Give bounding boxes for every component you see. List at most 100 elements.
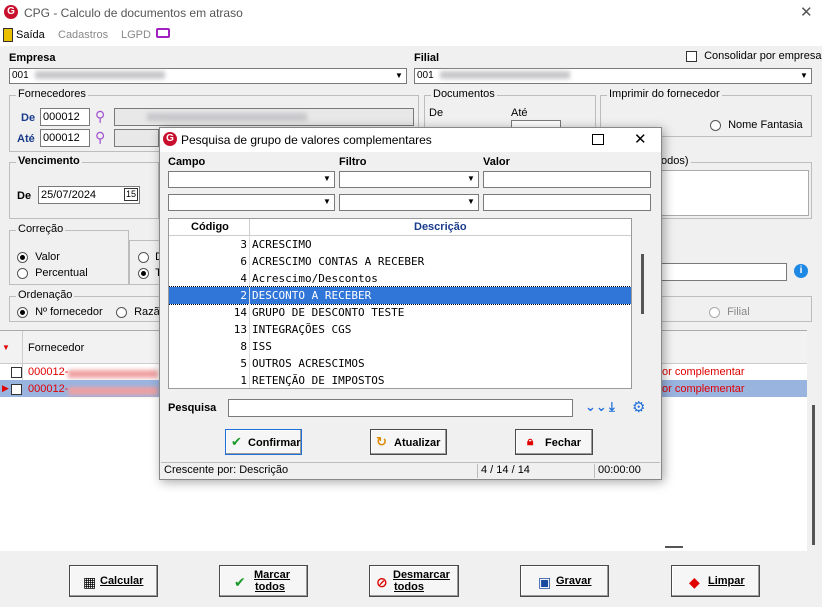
list-item-description: ACRESCIMO CONTAS A RECEBER [252, 255, 425, 268]
percentual-radio[interactable] [17, 267, 28, 279]
filial-option[interactable]: Filial [709, 306, 750, 318]
right-input[interactable] [655, 263, 787, 281]
list-item[interactable]: 5 OUTROS ACRESCIMOS [169, 355, 631, 372]
results-list[interactable]: Código Descrição 3 ACRESCIMO 6 ACRESCIMO CO… [168, 218, 632, 389]
correcao-legend: Correção [16, 223, 66, 235]
list-item[interactable]: 4 Acrescimo/Descontos [169, 270, 631, 287]
consolidar-checkbox-wrap[interactable]: Consolidar por empresa [686, 50, 821, 62]
dialog-statusbar: Crescente por: Descrição 4 / 14 / 14 00:… [161, 462, 660, 479]
dialog-close-icon[interactable]: ✕ [634, 130, 647, 148]
gear-icon[interactable]: ⚙ [632, 398, 645, 416]
n-fornecedor-radio[interactable] [17, 306, 28, 318]
scroll-thumb[interactable] [641, 254, 644, 314]
double-chevron-down-icon[interactable]: ⌄⌄ [585, 399, 607, 415]
confirmar-button[interactable]: ✔ Confirmar [225, 429, 302, 455]
window-close-icon[interactable]: ✕ [800, 3, 813, 21]
list-item-description: RETENÇÃO DE IMPOSTOS [252, 374, 385, 387]
list-item-code: 1 [240, 374, 247, 387]
list-scrollbar[interactable] [632, 218, 652, 389]
atualizar-button[interactable]: ↻ Atualizar [370, 429, 447, 455]
limpar-button[interactable]: ◆ Limpar [671, 565, 760, 597]
t-radio[interactable] [138, 267, 149, 279]
valor-label-dialog: Valor [483, 156, 510, 168]
row-right-text: or complementar [662, 366, 745, 378]
todos-box[interactable] [657, 170, 809, 216]
app-logo-icon: G [4, 5, 18, 19]
list-item[interactable]: 2 DESCONTO A RECEBER [169, 286, 631, 305]
consolidar-label: Consolidar por empresa [704, 50, 822, 62]
monitor-icon[interactable] [156, 28, 170, 38]
grid-scrollbar[interactable] [812, 405, 815, 545]
pesquisa-input[interactable] [228, 399, 573, 417]
exit-door-icon[interactable] [3, 28, 13, 42]
filtro-select[interactable]: ▼ [339, 171, 479, 188]
row-checkbox[interactable] [11, 384, 22, 395]
list-item-code: 3 [240, 238, 247, 251]
nome-fantasia-radio[interactable] [710, 119, 721, 131]
list-item[interactable]: 3 ACRESCIMO [169, 236, 631, 253]
valor-input[interactable] [483, 171, 651, 188]
d-radio[interactable] [138, 251, 149, 263]
empresa-select[interactable]: 001 ▼ [9, 68, 407, 84]
marcar-todos-button[interactable]: ✔ Marcar todos [219, 565, 308, 597]
list-item-description: GRUPO DE DESCONTO TESTE [252, 306, 405, 319]
desmarcar-todos-button[interactable]: ⊘ Desmarcar todos [369, 565, 459, 597]
list-item[interactable]: 8 ISS [169, 338, 631, 355]
row-checkbox[interactable] [11, 367, 22, 378]
col-descricao[interactable]: Descrição [414, 221, 467, 233]
calcular-button[interactable]: ▦ Calcular [69, 565, 158, 597]
documentos-group [424, 95, 596, 130]
forn-ate-input[interactable]: 000012 [40, 129, 90, 147]
list-item[interactable]: 6 ACRESCIMO CONTAS A RECEBER [169, 253, 631, 270]
filial-radio[interactable] [709, 306, 720, 318]
razao-label: Razã [134, 306, 160, 318]
consolidar-checkbox[interactable] [686, 50, 697, 62]
campo-select-2[interactable]: ▼ [168, 194, 335, 211]
valor-radio[interactable] [17, 251, 28, 263]
list-item[interactable]: 1 RETENÇÃO DE IMPOSTOS [169, 372, 631, 388]
list-item[interactable]: 14 GRUPO DE DESCONTO TESTE [169, 304, 631, 321]
maximize-icon[interactable] [592, 134, 604, 145]
list-item[interactable]: 13 INTEGRAÇÕES CGS [169, 321, 631, 338]
documentos-legend: Documentos [431, 88, 497, 100]
gravar-button[interactable]: ▣ Gravar [520, 565, 609, 597]
razao-radio[interactable] [116, 306, 127, 318]
grid-header-fornecedor[interactable]: Fornecedor [28, 342, 84, 354]
filial-select[interactable]: 001 ▼ [414, 68, 812, 84]
check-icon: ✔ [231, 434, 242, 449]
chevron-down-icon[interactable]: ▼ [392, 69, 406, 83]
forn-ate-label: Até [17, 133, 35, 145]
info-icon[interactable]: i [794, 264, 808, 278]
ordenacao-legend: Ordenação [16, 289, 75, 301]
search-icon[interactable]: ⚲ [95, 129, 105, 146]
menu-exit[interactable]: Saída [16, 29, 45, 41]
razao-option[interactable]: Razã [116, 306, 160, 318]
list-item-description: ISS [252, 340, 272, 353]
valor-input-2[interactable] [483, 194, 651, 211]
fornecedores-legend: Fornecedores [16, 88, 88, 100]
chevron-down-icon[interactable]: ▼ [320, 172, 334, 186]
chevron-down-icon[interactable]: ▼ [320, 195, 334, 209]
col-codigo[interactable]: Código [191, 221, 229, 233]
chevron-down-icon[interactable]: ▼ [797, 69, 811, 83]
forn-de-input[interactable]: 000012 [40, 108, 90, 126]
chevron-down-bottom-icon[interactable]: ⤓ [609, 399, 615, 415]
n-fornecedor-option[interactable]: Nº fornecedor [17, 306, 103, 318]
nome-fantasia-option[interactable]: Nome Fantasia [710, 119, 803, 131]
percentual-option[interactable]: Percentual [17, 267, 88, 279]
list-item-code: 13 [233, 323, 247, 336]
resize-grip[interactable] [665, 546, 683, 548]
chevron-down-icon[interactable]: ▼ [464, 172, 478, 186]
menu-lgpd[interactable]: LGPD [121, 29, 151, 41]
search-icon[interactable]: ⚲ [95, 108, 105, 125]
imprimir-legend: Imprimir do fornecedor [607, 88, 722, 100]
fechar-button[interactable]: 🔒︎ Fechar [515, 429, 593, 455]
filtro-select-2[interactable]: ▼ [339, 194, 479, 211]
venc-de-input[interactable]: 25/07/2024 15 [38, 186, 140, 204]
valor-option[interactable]: Valor [17, 251, 60, 263]
chevron-down-icon[interactable]: ▼ [464, 195, 478, 209]
doc-de-label: De [429, 107, 444, 119]
calendar-icon[interactable]: 15 [123, 188, 138, 201]
menu-registers[interactable]: Cadastros [58, 29, 108, 41]
campo-select[interactable]: ▼ [168, 171, 335, 188]
